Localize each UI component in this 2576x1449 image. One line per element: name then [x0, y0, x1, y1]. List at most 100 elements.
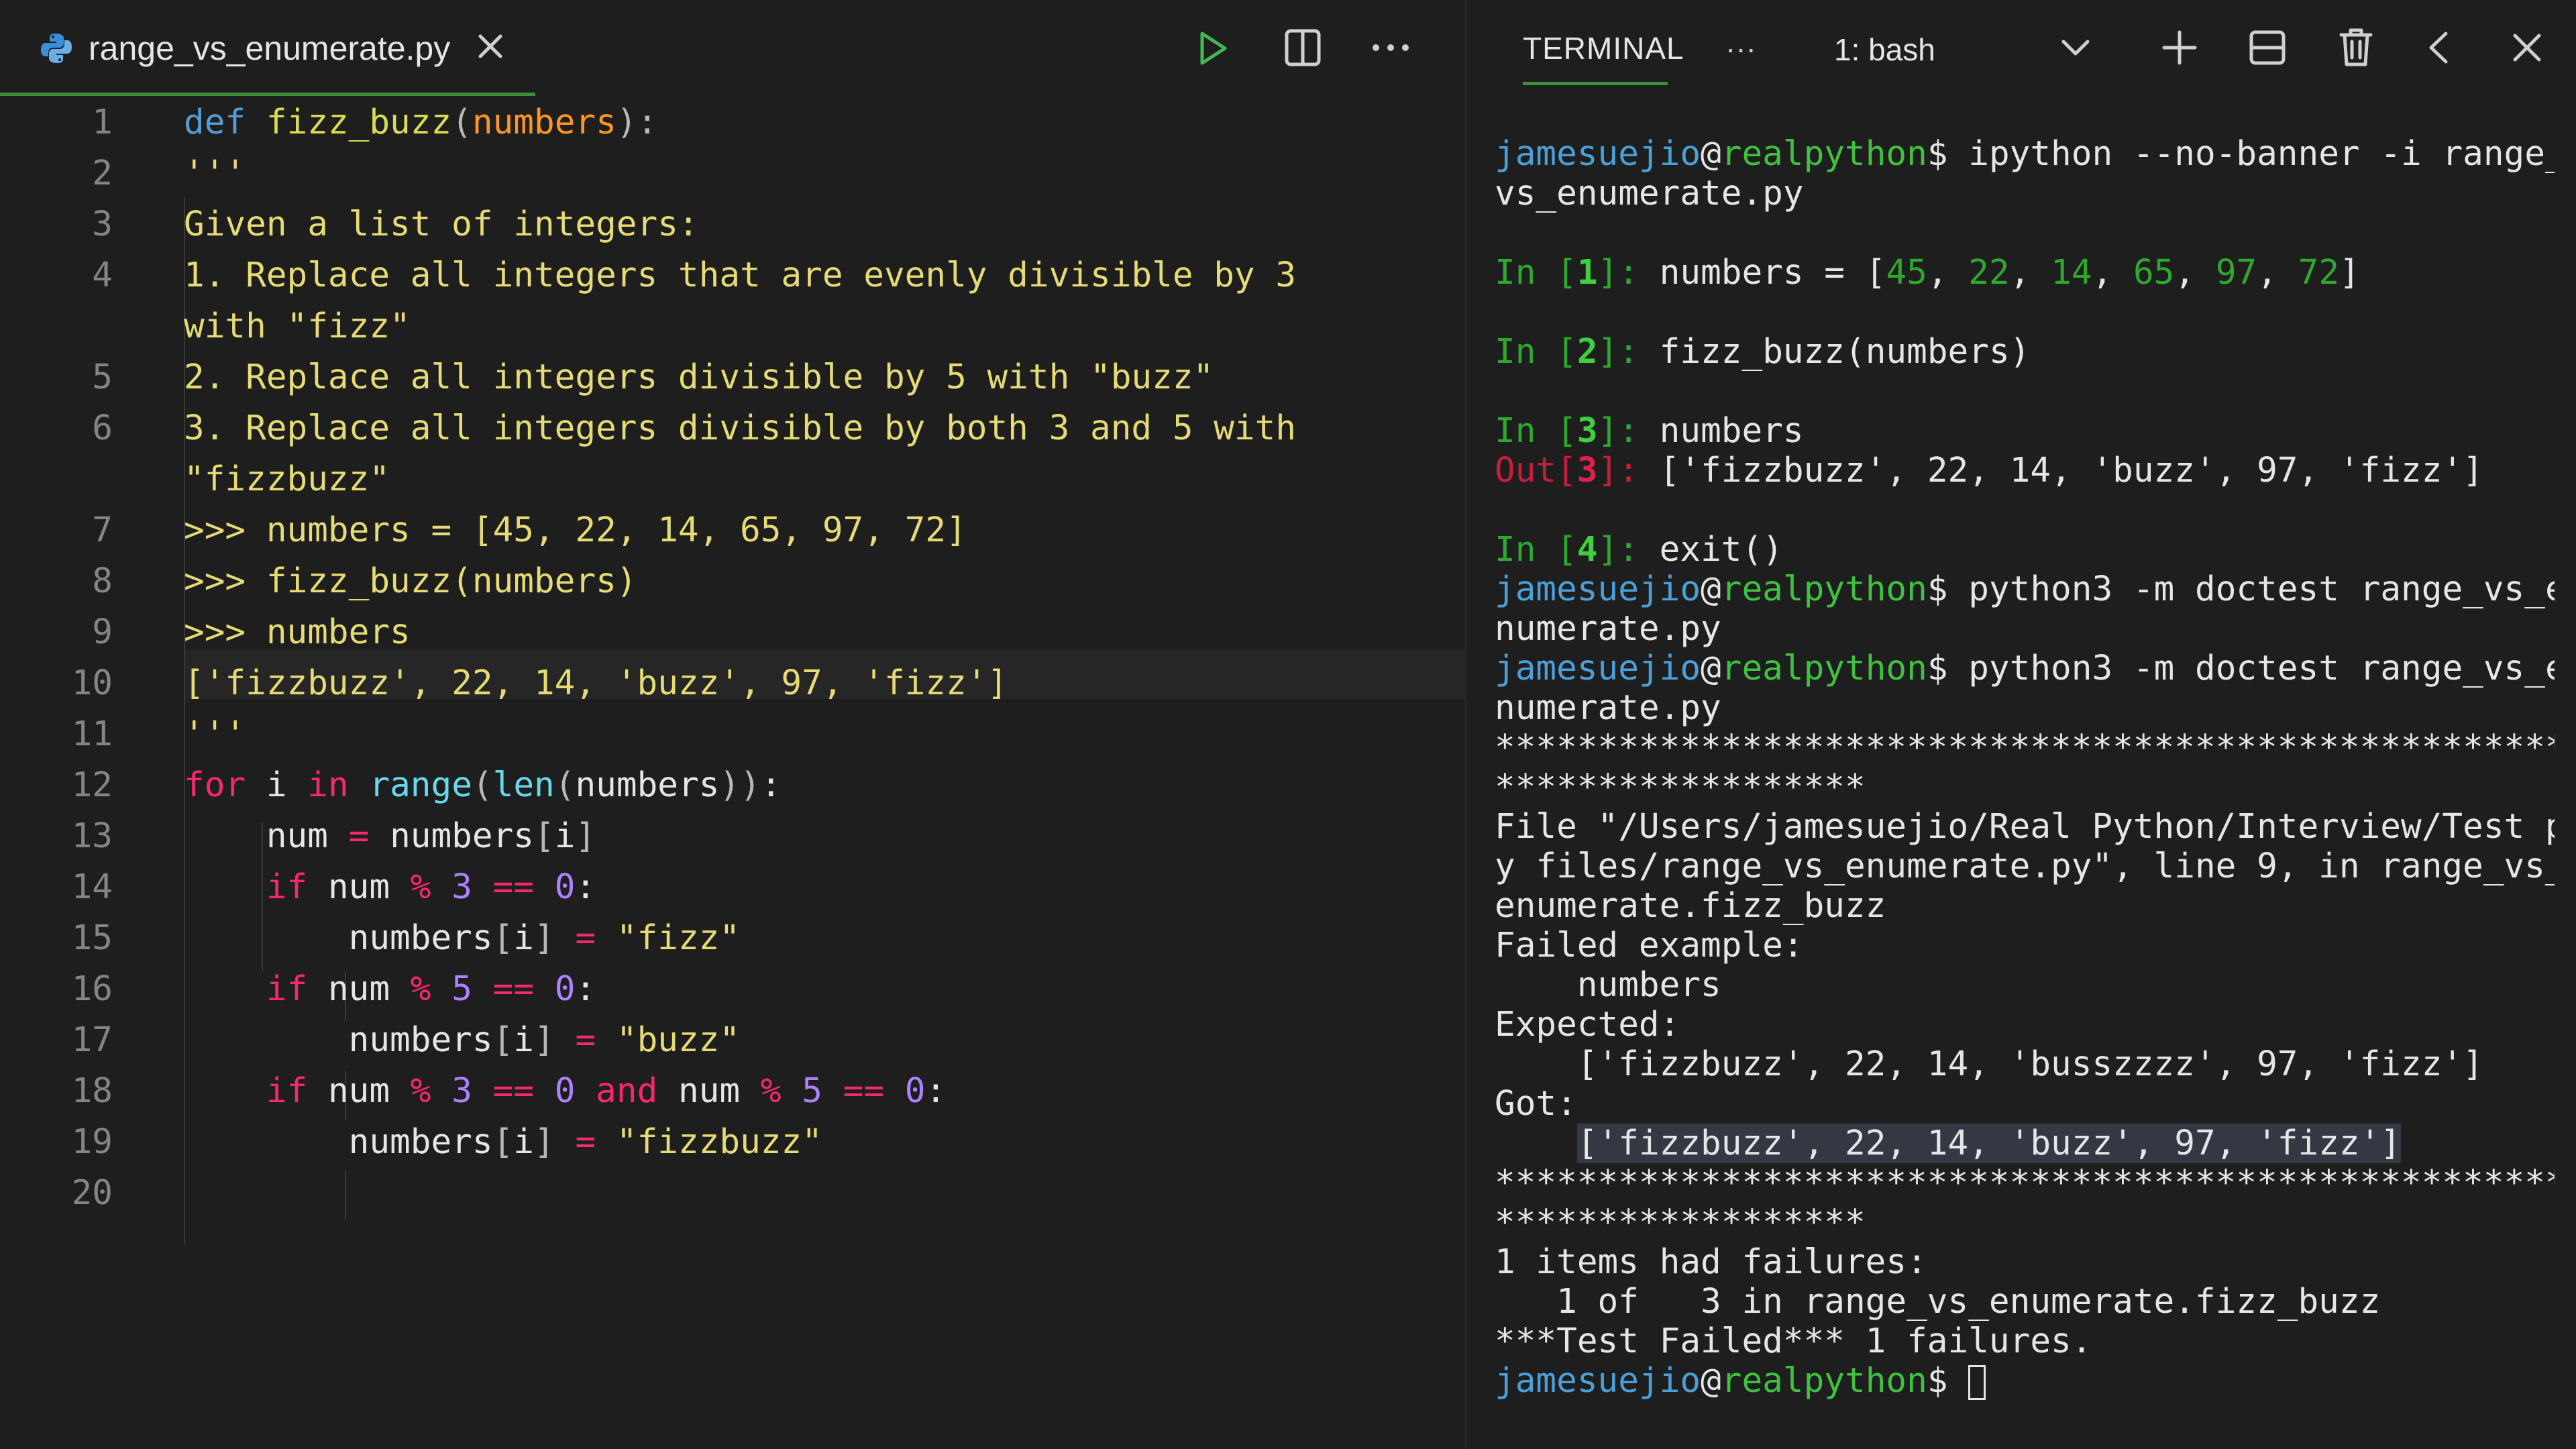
code-text: ''': [184, 149, 246, 199]
code-line[interactable]: 20: [0, 1169, 1465, 1218]
close-panel-icon[interactable]: [2512, 32, 2542, 63]
code-line[interactable]: 9 >>> numbers: [0, 608, 1465, 657]
code-line[interactable]: 16 if num % 5 == 0:: [0, 965, 1465, 1014]
code-line[interactable]: 19 numbers[i] = "fizzbuzz": [0, 1118, 1465, 1167]
code-line[interactable]: "fizzbuzz": [0, 455, 1465, 504]
terminal-panel: TERMINAL ··· 1: bash jamesuejio@realpyth…: [1466, 0, 2576, 1449]
code-token: with "fizz": [184, 307, 411, 346]
code-line[interactable]: 14 if num % 3 == 0:: [0, 863, 1465, 912]
code-line[interactable]: 2 ''': [0, 149, 1465, 199]
code-token: [: [534, 816, 555, 856]
terminal-line: vs_enumerate.py: [1495, 174, 1804, 213]
code-line[interactable]: with "fizz": [0, 302, 1465, 352]
code-token: i: [513, 1122, 535, 1162]
chevron-down-icon[interactable]: [2061, 38, 2090, 58]
code-token: numbers: [184, 1122, 493, 1162]
code-line[interactable]: 13 num = numbers[i]: [0, 812, 1465, 861]
code-token: if: [184, 867, 328, 907]
ipython-output-line: Out[3]: ['fizzbuzz', 22, 14, 'buzz', 97,…: [1495, 451, 2483, 490]
line-number: 17: [71, 1020, 113, 1060]
code-token: >>> fizz_buzz(numbers): [184, 561, 637, 601]
terminal-line: ['fizzbuzz', 22, 14, 'buzz', 97, 'fizz']: [1495, 1124, 2555, 1163]
code-line[interactable]: 4 1. Replace all integers that are evenly…: [0, 251, 1465, 301]
code-line[interactable]: 3 Given a list of integers:: [0, 200, 1465, 250]
code-token: numbers: [575, 765, 720, 805]
line-number: 14: [71, 867, 113, 907]
code-token: num: [327, 969, 411, 1009]
editor-tab[interactable]: range_vs_enumerate.py: [0, 0, 535, 98]
code-token: :: [760, 765, 782, 805]
editor-tab-bar: range_vs_enumerate.py: [0, 0, 1465, 98]
more-icon[interactable]: ···: [1725, 27, 1756, 70]
code-token: [: [492, 918, 514, 958]
editor-pane: range_vs_enumerate.py 1 def fizz_buzz(num…: [0, 0, 1465, 1449]
code-line[interactable]: 15 numbers[i] = "fizz": [0, 914, 1465, 963]
terminal-line: Got:: [1495, 1084, 1577, 1124]
more-icon[interactable]: [1371, 40, 1410, 55]
code-token: (: [451, 103, 472, 142]
code-line[interactable]: 1 def fizz_buzz(numbers):: [0, 98, 1465, 148]
code-token: num: [678, 1071, 761, 1111]
plus-icon[interactable]: [2161, 30, 2198, 66]
trash-icon[interactable]: [2339, 27, 2373, 67]
code-line[interactable]: 8 >>> fizz_buzz(numbers): [0, 557, 1465, 606]
split-editor-icon[interactable]: [1284, 28, 1322, 67]
code-token: ]: [534, 1020, 576, 1060]
code-line[interactable]: 17 numbers[i] = "buzz": [0, 1016, 1465, 1065]
code-text: with "fizz": [184, 302, 411, 352]
code-token: "fizz": [616, 918, 741, 958]
terminal-cursor: [1968, 1365, 1986, 1400]
terminal-line: jamesuejio@realpython$ ipython --no-bann…: [1495, 134, 2555, 174]
terminal-header: TERMINAL ··· 1: bash: [1466, 0, 2576, 98]
run-icon[interactable]: [1195, 30, 1230, 67]
code-token: ==: [843, 1071, 905, 1111]
line-number: 16: [71, 969, 113, 1009]
line-number: 4: [92, 256, 113, 295]
code-token: =: [348, 816, 390, 856]
code-token: ]: [534, 918, 576, 958]
code-token: =: [575, 918, 616, 958]
tab-terminal[interactable]: TERMINAL: [1523, 27, 1684, 70]
line-number: 20: [71, 1173, 113, 1213]
line-number: 12: [71, 765, 113, 805]
code-token: for: [184, 765, 266, 805]
selected-text[interactable]: ['fizzbuzz', 22, 14, 'buzz', 97, 'fizz']: [1576, 1124, 2402, 1163]
terminal-line: ['fizzbuzz', 22, 14, 'busszzzz', 97, 'fi…: [1495, 1044, 2483, 1084]
code-line[interactable]: 5 2. Replace all integers divisible by 5 …: [0, 353, 1465, 402]
terminal-line: ******************: [1495, 1203, 1866, 1242]
ipython-input-line: In [1]: numbers = [45, 22, 14, 65, 97, 7…: [1495, 253, 2360, 292]
code-line[interactable]: 18 if num % 3 == 0 and num % 5 == 0:: [0, 1067, 1465, 1116]
code-token: 3. Replace all integers divisible by bot…: [184, 409, 1297, 448]
code-line[interactable]: 10 ['fizzbuzz', 22, 14, 'buzz', 97, 'fizz…: [0, 659, 1465, 708]
terminal-line: jamesuejio@realpython$ python3 -m doctes…: [1495, 649, 2555, 688]
line-number: 18: [71, 1071, 113, 1111]
code-line[interactable]: 7 >>> numbers = [45, 22, 14, 65, 97, 72]: [0, 506, 1465, 555]
code-text: >>> numbers = [45, 22, 14, 65, 97, 72]: [184, 506, 967, 555]
chevron-left-icon[interactable]: [2427, 31, 2450, 64]
code-text: >>> fizz_buzz(numbers): [184, 557, 637, 606]
line-number: 10: [71, 663, 113, 703]
code-text: 2. Replace all integers divisible by 5 w…: [184, 353, 1214, 402]
line-number: 15: [71, 918, 113, 958]
code-token: num: [327, 1071, 411, 1111]
code-line[interactable]: 11 ''': [0, 710, 1465, 759]
ipython-input-line: In [3]: numbers: [1495, 411, 1804, 451]
terminal-line: Failed example:: [1495, 926, 1804, 965]
line-number: 13: [71, 816, 113, 856]
code-token: 5: [451, 969, 493, 1009]
terminal-select[interactable]: 1: bash: [1834, 28, 1935, 71]
code-token: 0: [904, 1071, 926, 1111]
code-token: "fizzbuzz": [184, 460, 390, 499]
code-line[interactable]: 12 for i in range(len(numbers)):: [0, 761, 1465, 810]
code-token: [: [492, 1020, 514, 1060]
code-token: num: [184, 816, 349, 856]
terminal-line: numerate.py: [1495, 609, 1721, 649]
split-terminal-icon[interactable]: [2249, 30, 2286, 66]
close-icon[interactable]: [475, 31, 506, 62]
code-token: numbers: [184, 1020, 493, 1060]
code-token: in: [307, 765, 370, 805]
code-token: (: [472, 765, 493, 805]
line-number: 11: [71, 714, 113, 754]
line-number: 3: [92, 205, 113, 244]
code-line[interactable]: 6 3. Replace all integers divisible by bo…: [0, 404, 1465, 453]
